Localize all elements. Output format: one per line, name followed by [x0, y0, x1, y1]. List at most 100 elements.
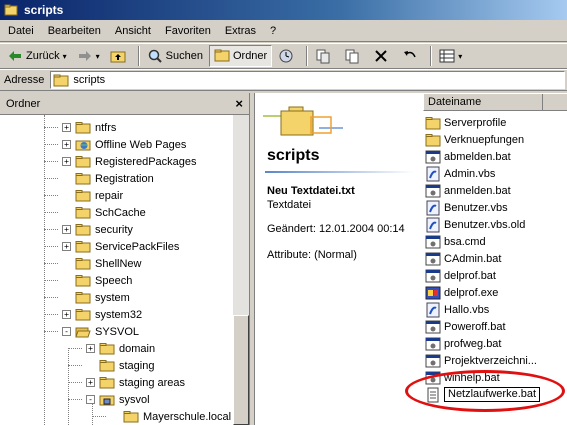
column-header-next[interactable]	[542, 94, 567, 110]
file-list-item[interactable]: CAdmin.bat	[425, 250, 501, 267]
copy-to-button[interactable]	[340, 45, 367, 67]
views-button[interactable]: ▾	[435, 45, 466, 67]
file-list-item[interactable]: Admin.vbs	[425, 165, 495, 182]
search-icon	[148, 49, 162, 63]
file-list-item[interactable]: Hallo.vbs	[425, 301, 489, 318]
folders-button[interactable]: Ordner	[208, 45, 273, 67]
column-header-filename[interactable]: Dateiname	[423, 93, 567, 111]
up-folder-button[interactable]	[106, 45, 133, 67]
divider	[265, 171, 415, 173]
expand-icon[interactable]: +	[86, 378, 95, 387]
web-view-info-panel: scripts Neu Textdatei.txt Textdatei Geän…	[255, 93, 420, 425]
file-list-item[interactable]: profweg.bat	[425, 335, 501, 352]
folder-icon	[75, 291, 95, 304]
script-file-icon	[425, 217, 441, 233]
tree-item[interactable]: - SYSVOL	[62, 323, 139, 340]
folder-icon	[75, 257, 95, 270]
expand-icon[interactable]: +	[62, 310, 71, 319]
tree-item-label: SYSVOL	[95, 325, 140, 338]
tree-item-label: Offline Web Pages	[95, 138, 187, 151]
folder-icon	[99, 376, 119, 389]
move-to-button[interactable]	[311, 45, 338, 67]
tree-scrollbar[interactable]	[233, 115, 249, 425]
file-name: profweg.bat	[444, 337, 502, 350]
tree-item[interactable]: Mayerschule.local	[110, 408, 231, 425]
delete-button[interactable]	[369, 45, 396, 67]
file-list-item[interactable]: Netzlaufwerke.bat	[425, 386, 541, 403]
menu-extras[interactable]: Extras	[219, 23, 262, 39]
address-value: scripts	[73, 74, 106, 86]
tree-item[interactable]: Speech	[62, 272, 132, 289]
expand-icon[interactable]: +	[62, 140, 71, 149]
address-input[interactable]: scripts	[50, 71, 565, 89]
up-folder-icon	[110, 51, 126, 63]
dropdown-arrow-icon[interactable]: ▾	[458, 52, 462, 61]
back-button[interactable]: Zurück ▾	[3, 45, 71, 67]
forward-button[interactable]: ▾	[73, 45, 104, 67]
tree-item-label: domain	[119, 342, 156, 355]
folder-icon	[99, 359, 119, 372]
menu-help[interactable]: ?	[264, 23, 282, 39]
rename-input[interactable]: Netzlaufwerke.bat	[444, 387, 541, 402]
tree-item[interactable]: + ntfrs	[62, 119, 116, 136]
dropdown-arrow-icon[interactable]: ▾	[96, 52, 100, 61]
tree-item[interactable]: - sysvol	[86, 391, 150, 408]
folder-icon	[4, 4, 18, 16]
tree-item[interactable]: + RegisteredPackages	[62, 153, 197, 170]
file-list-item[interactable]: Benutzer.vbs.old	[425, 216, 525, 233]
file-list-item[interactable]: anmelden.bat	[425, 182, 511, 199]
file-list-item[interactable]: Serverprofile	[425, 114, 506, 131]
title-bar: scripts	[0, 0, 567, 20]
expand-icon[interactable]: +	[62, 242, 71, 251]
modified-date: Geändert: 12.01.2004 00:14	[267, 223, 405, 235]
file-list-item[interactable]: Poweroff.bat	[425, 318, 506, 335]
file-list-item[interactable]: bsa.cmd	[425, 233, 486, 250]
tree-item[interactable]: SchCache	[62, 204, 146, 221]
expand-icon[interactable]: +	[62, 157, 71, 166]
file-list-item[interactable]: Benutzer.vbs	[425, 199, 508, 216]
batch-file-icon	[425, 251, 441, 267]
toolbar-separator	[137, 46, 140, 66]
collapse-icon[interactable]: -	[86, 395, 95, 404]
collapse-icon[interactable]: -	[62, 327, 71, 336]
script-file-icon	[425, 302, 441, 318]
tree-item-label: system32	[95, 308, 143, 321]
dropdown-arrow-icon[interactable]: ▾	[63, 52, 67, 61]
file-list-item[interactable]: winhelp.bat	[425, 369, 500, 386]
tree-item[interactable]: staging	[86, 357, 154, 374]
tree-item[interactable]: system	[62, 289, 130, 306]
tree-item-label: ntfrs	[95, 121, 117, 134]
expand-icon[interactable]: +	[62, 225, 71, 234]
tree-item[interactable]: repair	[62, 187, 123, 204]
tree-item[interactable]: + ServicePackFiles	[62, 238, 179, 255]
tree-item[interactable]: + security	[62, 221, 133, 238]
menu-ansicht[interactable]: Ansicht	[109, 23, 157, 39]
close-icon[interactable]: ×	[235, 96, 243, 111]
tree-item[interactable]: + system32	[62, 306, 142, 323]
tree-item[interactable]: Registration	[62, 170, 154, 187]
file-list-item[interactable]: Projektverzeichni...	[425, 352, 537, 369]
expand-icon[interactable]: +	[62, 123, 71, 132]
file-list-item[interactable]: Verknuepfungen	[425, 131, 524, 148]
address-label: Adresse	[4, 74, 45, 86]
expand-icon[interactable]: +	[86, 344, 95, 353]
undo-button[interactable]	[398, 45, 425, 67]
scrollbar-thumb[interactable]	[233, 315, 249, 425]
menu-favoriten[interactable]: Favoriten	[159, 23, 217, 39]
move-to-icon	[316, 49, 330, 64]
file-list-item[interactable]: delprof.exe	[425, 284, 498, 301]
menu-datei[interactable]: Datei	[2, 23, 40, 39]
tree-item[interactable]: ShellNew	[62, 255, 141, 272]
tree-item[interactable]: + domain	[86, 340, 155, 357]
file-name: Hallo.vbs	[444, 303, 490, 316]
tree-item[interactable]: + Offline Web Pages	[62, 136, 186, 153]
menu-bearbeiten[interactable]: Bearbeiten	[42, 23, 107, 39]
batch-file-icon	[425, 268, 441, 284]
tree-item-label: sysvol	[119, 393, 150, 406]
search-button[interactable]: Suchen	[143, 45, 207, 67]
history-button[interactable]	[274, 45, 301, 67]
file-name: abmelden.bat	[444, 150, 511, 163]
file-list-item[interactable]: abmelden.bat	[425, 148, 511, 165]
tree-item[interactable]: + staging areas	[86, 374, 185, 391]
file-list-item[interactable]: delprof.bat	[425, 267, 496, 284]
